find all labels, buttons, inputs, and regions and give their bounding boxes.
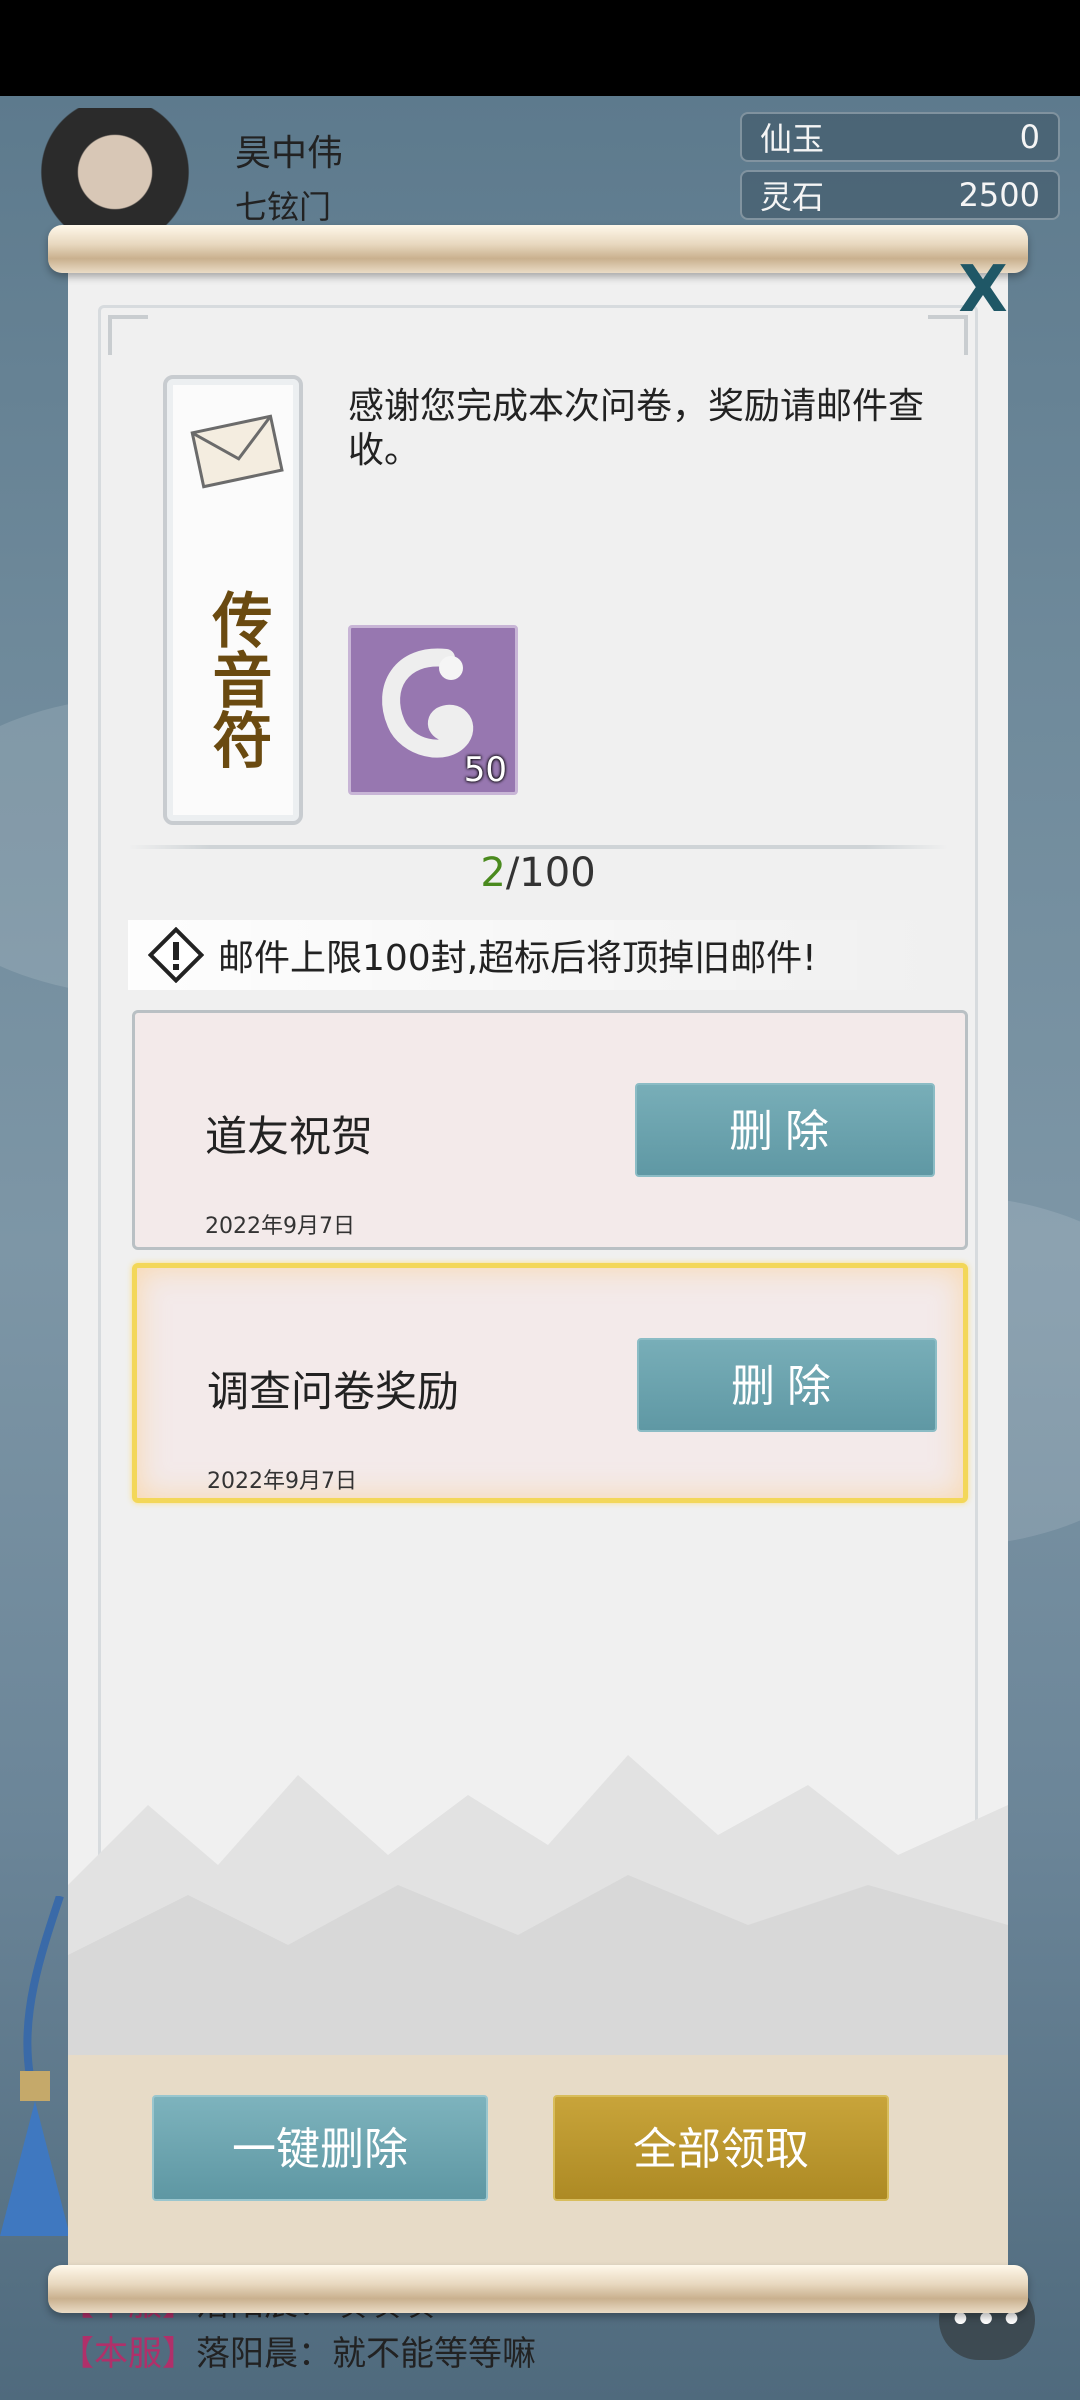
mail-date: 2022年9月7日 [207,1469,357,1494]
mail-count-current: 2 [480,850,506,896]
mail-count-max: /100 [505,850,596,896]
reward-item-slot[interactable]: 50 [348,625,518,795]
mail-title: 道友祝贺 [205,1112,374,1161]
message-text: 感谢您完成本次问卷，奖励请邮件查收。 [348,386,925,471]
resource-jade[interactable]: 仙玉 0 [740,112,1060,162]
talisman-panel: 传音符 [163,375,303,825]
close-button[interactable]: X [948,255,1018,325]
warning-bar: 邮件上限100封,超标后将顶掉旧邮件! [128,920,948,990]
resource-label: 仙玉 [760,120,825,158]
talisman-title: 传音符 [202,589,272,769]
mail-title: 调查问卷奖励 [207,1367,460,1416]
warning-icon [148,927,204,983]
delete-mail-button[interactable]: 删除 [637,1338,937,1432]
delete-mail-button[interactable]: 删除 [635,1083,935,1177]
mail-count: 2/100 [68,850,1008,896]
player-name: 昊中伟 [235,133,344,174]
claim-all-button[interactable]: 全部领取 [553,2095,889,2201]
reward-count: 50 [463,750,507,790]
scroll-rod-bottom [48,2265,1028,2313]
status-bar [0,0,1080,96]
scroll-rod-top [48,225,1028,273]
chat-line: 【本服】落阳晨：就不能等等嘛 [60,2334,536,2374]
player-sect: 七铉门 [235,188,332,226]
resource-value: 2500 [958,176,1040,214]
envelope-icon [190,414,284,489]
divider [128,845,948,849]
mail-item[interactable]: 道友祝贺 删除 2022年9月7日 [132,1010,968,1250]
mail-date: 2022年9月7日 [205,1214,355,1239]
mountains-decoration [68,1755,1008,2065]
warning-text: 邮件上限100封,超标后将顶掉旧邮件! [218,938,817,979]
scroll-paper: 传音符 感谢您完成本次问卷，奖励请邮件查收。 50 2/100 邮件上限100封… [68,265,1008,2275]
delete-all-button[interactable]: 一键删除 [152,2095,488,2201]
resource-value: 0 [1019,118,1040,156]
resource-spirit-stone[interactable]: 灵石 2500 [740,170,1060,220]
mail-item-selected[interactable]: 调查问卷奖励 删除 2022年9月7日 [132,1263,968,1503]
mail-dialog: 传音符 感谢您完成本次问卷，奖励请邮件查收。 50 2/100 邮件上限100封… [48,225,1028,2313]
resource-label: 灵石 [760,178,825,216]
